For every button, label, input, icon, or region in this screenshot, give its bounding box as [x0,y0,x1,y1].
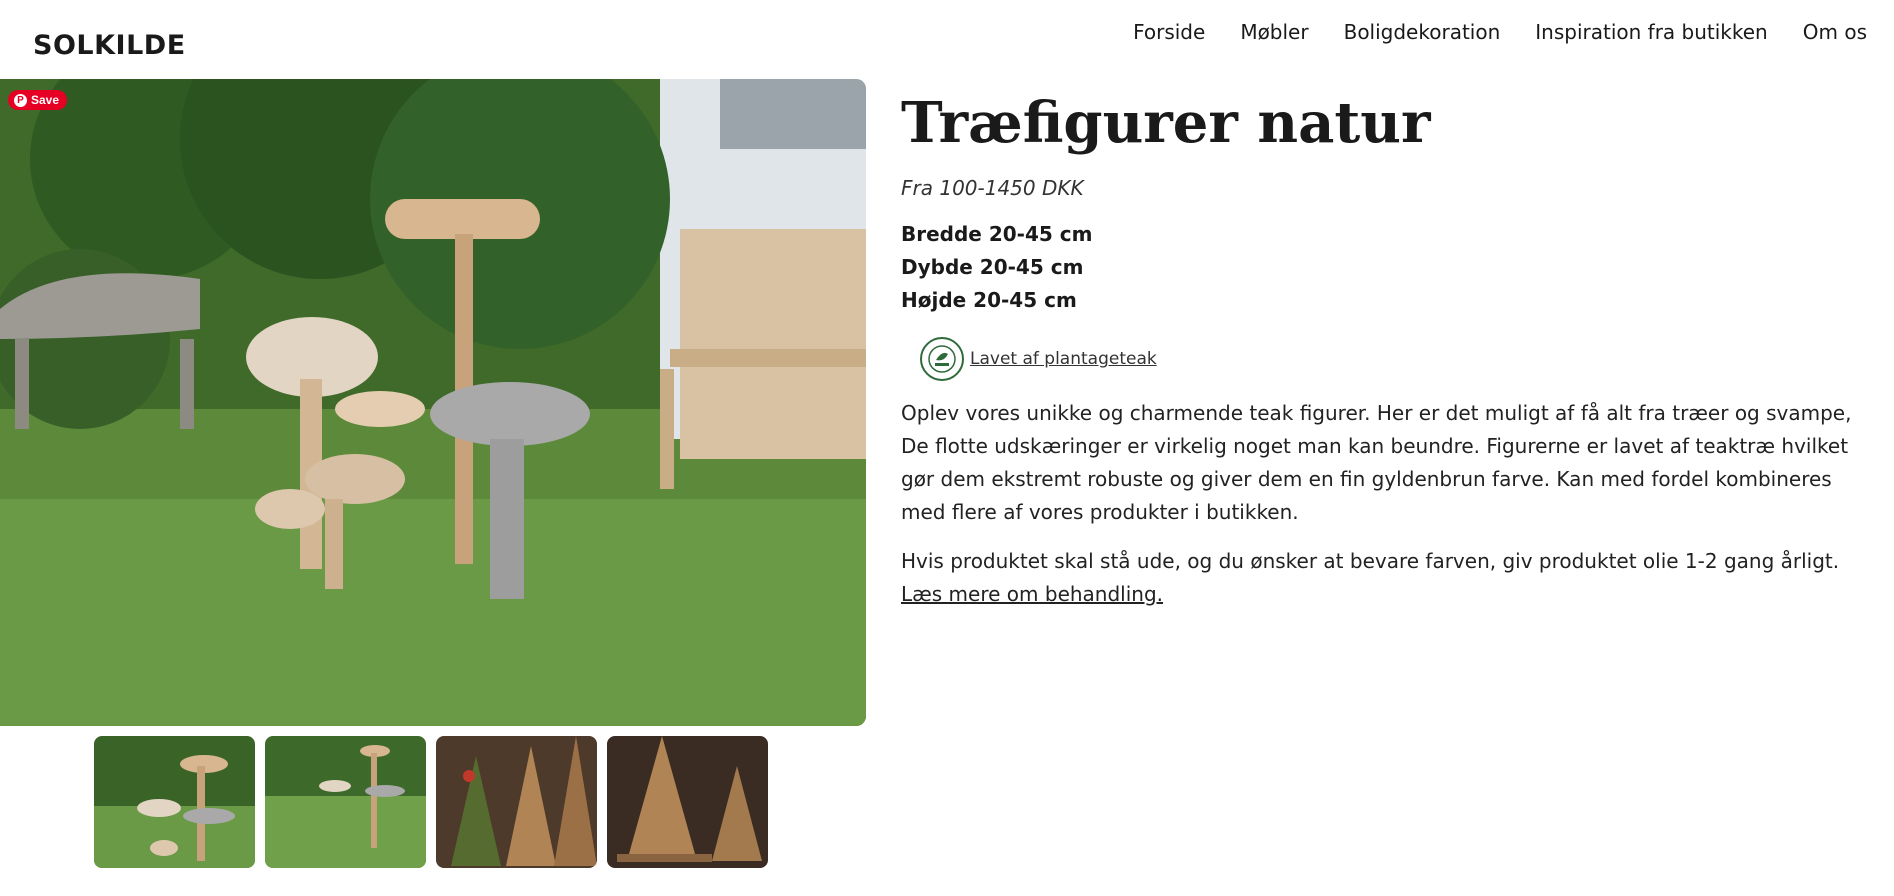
product-main-image[interactable] [0,79,866,726]
main-nav: Forside Møbler Boligdekoration Inspirati… [1098,20,1867,44]
thumbnail-mushrooms-2-image [265,736,426,868]
product-description: Oplev vores unikke og charmende teak fig… [901,401,1852,524]
care-text: Hvis produktet skal stå ude, og du ønske… [901,549,1840,573]
product-price: Fra 100-1450 DKK [901,176,1084,200]
teak-badge-row: Lavet af plantageteak [920,337,1871,381]
nav-om-os[interactable]: Om os [1803,20,1867,44]
pinterest-save-button[interactable]: P Save [8,90,68,110]
thumbnail-trees-2-image [607,736,768,868]
product-dimensions: Bredde 20-45 cm Dybde 20-45 cm Højde 20-… [901,218,1871,317]
legal-teak-seal-icon [920,337,964,381]
nav-inspiration[interactable]: Inspiration fra butikken [1535,20,1767,44]
garden-mushroom-photo [0,79,866,726]
pinterest-save-label: Save [31,93,60,107]
dimension-height: Højde 20-45 cm [901,288,1077,312]
plantation-teak-link[interactable]: Lavet af plantageteak [970,349,1157,369]
nav-forside[interactable]: Forside [1133,20,1205,44]
site-header: SOLKILDE Forside Møbler Boligdekoration … [0,0,1894,79]
care-link[interactable]: Læs mere om behandling. [901,582,1163,606]
thumbnail-1[interactable] [94,736,255,868]
product-title: Træfigurer natur [901,90,1431,156]
dimension-depth: Dybde 20-45 cm [901,255,1084,279]
thumbnail-3[interactable] [436,736,597,868]
thumbnail-strip [94,736,768,868]
dimension-width: Bredde 20-45 cm [901,222,1093,246]
product-info: Træfigurer natur Fra 100-1450 DKK Bredde… [901,88,1871,611]
pinterest-icon: P [14,93,27,107]
thumbnail-mushrooms-1-image [94,736,255,868]
nav-mobler[interactable]: Møbler [1240,20,1308,44]
site-logo[interactable]: SOLKILDE [33,30,186,61]
care-paragraph: Hvis produktet skal stå ude, og du ønske… [901,545,1871,611]
thumbnail-trees-1-image [436,736,597,868]
thumbnail-2[interactable] [265,736,426,868]
thumbnail-4[interactable] [607,736,768,868]
nav-boligdekoration[interactable]: Boligdekoration [1344,20,1501,44]
